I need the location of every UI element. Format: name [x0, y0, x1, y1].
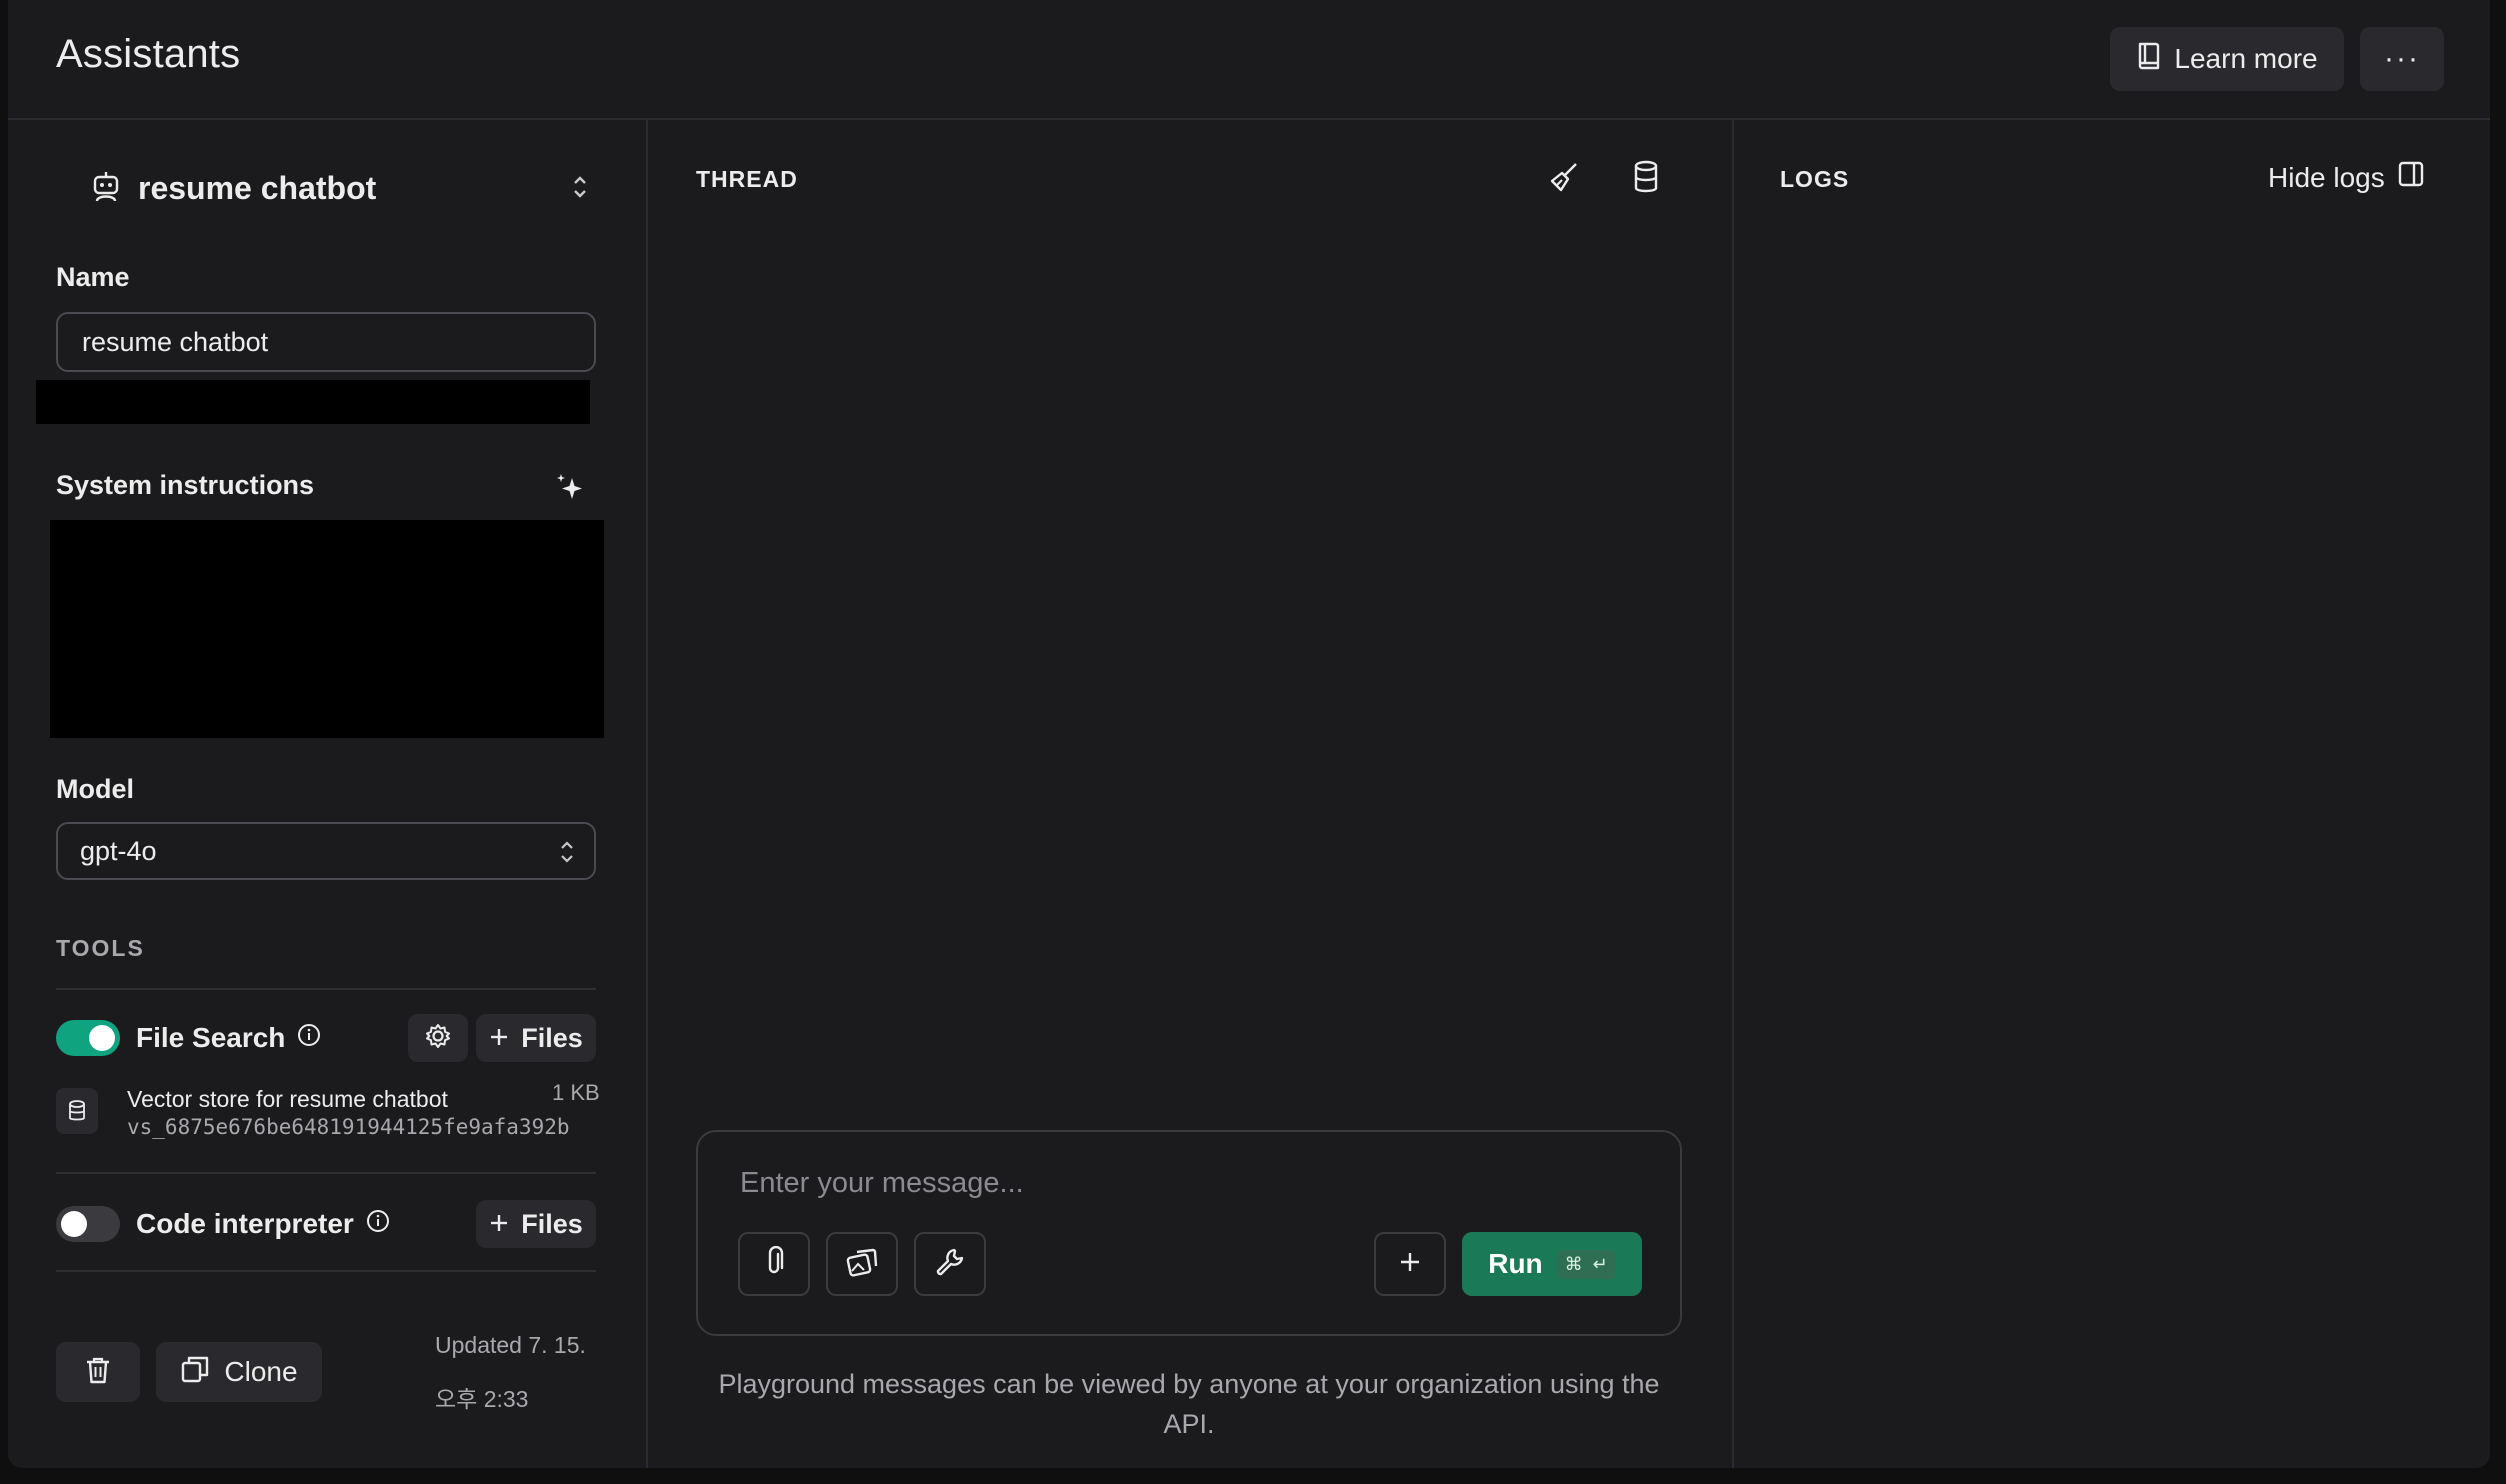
files-label: Files [521, 1022, 583, 1053]
clone-label: Clone [224, 1356, 298, 1387]
chevron-up-down-icon [570, 170, 590, 209]
message-composer: Run ⌘ ↵ [696, 1130, 1682, 1336]
system-instructions-label: System instructions [56, 470, 315, 500]
vector-store-id: vs_6875e676be648191944125fe9afa392b [127, 1115, 570, 1139]
copy-icon [180, 1354, 210, 1391]
paperclip-icon [761, 1245, 787, 1283]
thread-panel: THREAD Enter your message... Run ⌘ ↵ Pla… [648, 120, 1734, 1468]
chevron-up-down-icon [558, 838, 576, 873]
assistants-app: Assistants Learn more ··· resume chatbot… [8, 0, 2490, 1468]
divider [56, 988, 596, 990]
assistant-config-panel: resume chatbot Name System instructions … [8, 120, 648, 1468]
run-shortcut: ⌘ ↵ [1556, 1249, 1616, 1279]
delete-assistant-button[interactable] [56, 1342, 140, 1402]
more-dots-icon: ··· [2384, 42, 2420, 75]
system-instructions-input[interactable] [50, 520, 604, 738]
plus-icon [489, 1023, 509, 1054]
divider [56, 1172, 596, 1174]
hide-logs-button[interactable]: Hide logs [2268, 160, 2425, 195]
broom-icon[interactable] [1548, 160, 1580, 199]
plus-icon [489, 1209, 509, 1240]
wrench-icon [934, 1246, 966, 1283]
learn-more-button[interactable]: Learn more [2110, 27, 2344, 91]
tools-section-title: TOOLS [56, 935, 145, 961]
updated-date: Updated 7. 15. [435, 1332, 586, 1358]
assistant-selected-name: resume chatbot [138, 169, 377, 206]
code-interpreter-label: Code interpreter [136, 1208, 354, 1239]
name-label: Name [56, 262, 130, 292]
command-key-icon: ⌘ [1564, 1253, 1583, 1274]
run-button[interactable]: Run ⌘ ↵ [1462, 1232, 1642, 1296]
image-gallery-button[interactable] [826, 1232, 898, 1296]
file-search-label: File Search [136, 1022, 286, 1053]
images-icon [845, 1246, 879, 1283]
gear-icon [424, 1022, 452, 1055]
thread-title: THREAD [696, 166, 798, 192]
assistant-selector[interactable]: resume chatbot [90, 158, 590, 218]
privacy-notice: Playground messages can be viewed by any… [718, 1369, 1660, 1439]
code-interpreter-add-files-button[interactable]: Files [476, 1200, 596, 1248]
more-options-button[interactable]: ··· [2360, 27, 2444, 91]
tools-button[interactable] [914, 1232, 986, 1296]
vector-store-icon [56, 1088, 98, 1134]
sparkle-icon[interactable] [552, 470, 588, 511]
info-icon[interactable] [366, 1208, 390, 1240]
page-title: Assistants [56, 32, 241, 76]
code-interpreter-tool: Code interpreter [136, 1206, 390, 1242]
top-bar: Assistants Learn more ··· [8, 0, 2490, 120]
file-search-toggle[interactable] [56, 1020, 120, 1056]
redacted-assistant-id [36, 380, 590, 424]
name-input[interactable] [56, 312, 596, 372]
vector-store-size: 1 KB [552, 1080, 600, 1105]
add-message-button[interactable] [1374, 1232, 1446, 1296]
model-value: gpt-4o [80, 835, 157, 866]
file-search-tool: File Search [136, 1020, 321, 1056]
info-icon[interactable] [297, 1022, 321, 1054]
enter-key-icon: ↵ [1592, 1253, 1608, 1274]
logs-panel: LOGS Hide logs [1734, 120, 2490, 1468]
robot-icon [90, 169, 122, 208]
learn-more-label: Learn more [2174, 43, 2318, 74]
logs-title: LOGS [1780, 166, 1850, 192]
model-label: Model [56, 774, 134, 804]
code-interpreter-toggle[interactable] [56, 1206, 120, 1242]
trash-icon [84, 1355, 112, 1390]
hide-logs-label: Hide logs [2268, 161, 2385, 193]
plus-icon [1399, 1251, 1421, 1278]
book-icon [2136, 41, 2162, 78]
message-input[interactable] [738, 1162, 1622, 1204]
run-label: Run [1488, 1248, 1543, 1279]
vector-store-name[interactable]: Vector store for resume chatbot [127, 1086, 448, 1113]
database-icon[interactable] [1632, 160, 1660, 199]
divider [56, 1270, 596, 1272]
attach-button[interactable] [738, 1232, 810, 1296]
sidebar-panel-icon [2397, 160, 2425, 195]
clone-assistant-button[interactable]: Clone [156, 1342, 322, 1402]
files-label: Files [521, 1208, 583, 1239]
file-search-add-files-button[interactable]: Files [476, 1014, 596, 1062]
updated-time: 오후 2:33 [435, 1386, 529, 1412]
model-select[interactable]: gpt-4o [56, 822, 596, 880]
file-search-settings-button[interactable] [408, 1014, 468, 1062]
